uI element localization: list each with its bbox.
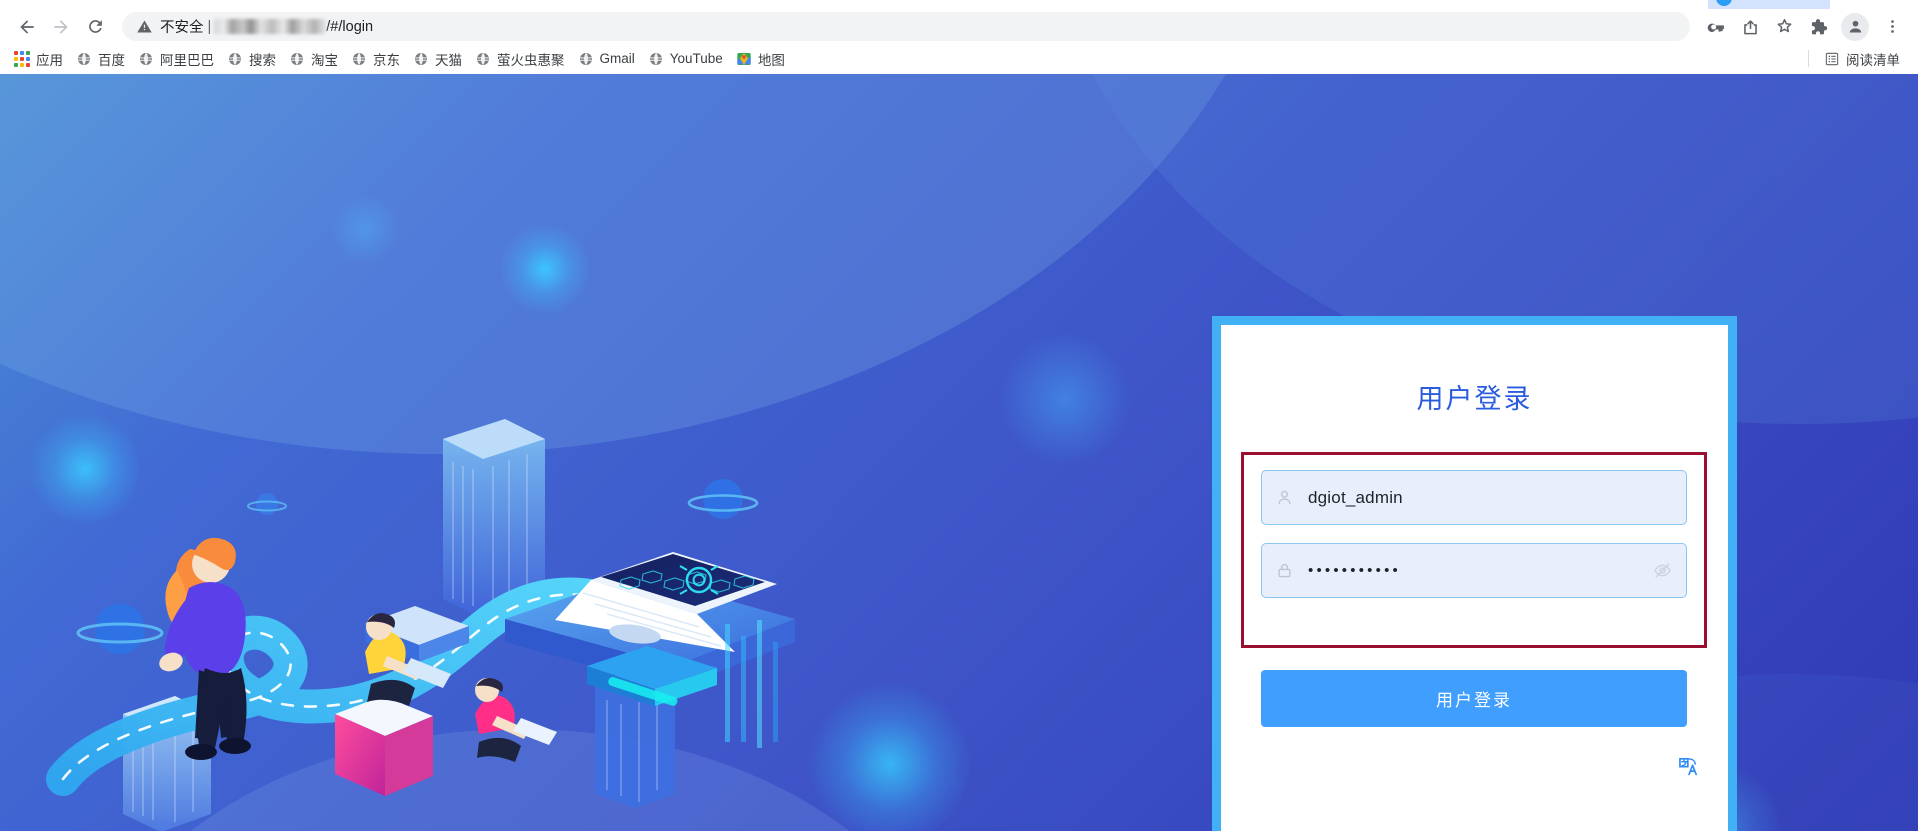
security-label: 不安全 <box>160 20 204 36</box>
tab-strip <box>0 0 1918 9</box>
pink-cube <box>335 696 433 796</box>
person-sitting-pink <box>475 677 557 762</box>
url-separator: | <box>207 18 212 35</box>
globe-icon <box>477 52 489 65</box>
bookmark-label: YouTube <box>669 51 723 66</box>
globe-icon <box>579 52 592 65</box>
bookmark-item-yinghuochong[interactable]: 萤火虫惠聚 <box>470 46 573 72</box>
bookmark-item-search[interactable]: 搜索 <box>222 46 284 72</box>
username-value: dgiot_admin <box>1308 487 1403 507</box>
password-value: ••••••••••• <box>1308 562 1401 579</box>
username-field[interactable]: dgiot_admin <box>1261 470 1687 525</box>
login-submit-button[interactable]: 用户登录 <box>1261 670 1687 727</box>
reading-list-button[interactable]: 阅读清单 <box>1819 46 1908 72</box>
forward-arrow-icon <box>54 19 68 34</box>
bookmark-label: 搜索 <box>249 52 276 68</box>
reading-list-icon <box>1825 52 1839 65</box>
toolbar-actions <box>1698 11 1908 43</box>
globe-icon <box>140 52 152 65</box>
planet-right <box>687 479 759 519</box>
chrome-menu-icon[interactable] <box>1876 11 1908 43</box>
lock-icon <box>1276 562 1302 579</box>
bookmark-label: 阿里巴巴 <box>160 52 214 68</box>
globe-icon <box>229 52 241 65</box>
bookmark-label: 地图 <box>757 52 785 68</box>
browser-toolbar: 不安全 | /#/login <box>0 9 1918 44</box>
share-box-icon <box>1743 20 1757 35</box>
globe-icon <box>78 52 90 65</box>
reading-list-label: 阅读清单 <box>1846 52 1900 68</box>
background-glow <box>1000 334 1130 464</box>
translate-icon <box>1679 758 1697 776</box>
key-icon <box>1707 23 1724 32</box>
bookmark-star-icon[interactable] <box>1768 11 1800 43</box>
star-icon <box>1777 19 1791 33</box>
bookmark-apps[interactable]: 应用 <box>9 46 71 72</box>
three-dot-menu-icon <box>1890 20 1894 33</box>
login-fields: dgiot_admin ••••••••••• <box>1261 470 1687 598</box>
bookmark-item-baidu[interactable]: 百度 <box>71 46 133 72</box>
reload-button[interactable] <box>78 10 112 44</box>
bookmarks-bar: 应用 百度 阿里巴巴 搜索 淘宝 京东 天猫 萤火虫惠聚 Gmail YouTu… <box>0 44 1918 74</box>
extensions-puzzle-icon[interactable] <box>1802 11 1834 43</box>
bookmark-label: 百度 <box>98 52 125 68</box>
bookmarks-divider <box>1808 50 1809 67</box>
globe-icon <box>415 52 427 65</box>
planet-left <box>76 604 164 654</box>
browser-chrome: 不安全 | /#/login 应用 百度 阿里巴巴 搜索 淘宝 京东 天猫 萤火… <box>0 0 1918 74</box>
back-arrow-icon <box>20 19 34 34</box>
login-page: 用户登录 dgiot_admin ••••••••••• 用户登录 <box>0 74 1918 831</box>
url-host-masked <box>214 19 327 34</box>
bookmark-apps-label: 应用 <box>36 52 63 68</box>
bookmark-item-jd[interactable]: 京东 <box>346 46 408 72</box>
bookmark-item-taobao[interactable]: 淘宝 <box>284 46 346 72</box>
apps-grid-icon <box>14 50 30 67</box>
url-path: /#/login <box>326 18 374 35</box>
bookmark-label: 淘宝 <box>311 52 338 68</box>
globe-icon <box>353 52 365 65</box>
user-icon <box>1276 489 1302 506</box>
bookmark-label: 京东 <box>373 52 400 68</box>
bookmark-item-youtube[interactable]: YouTube <box>643 48 731 70</box>
bookmark-item-maps[interactable]: 地图 <box>731 46 793 72</box>
globe-icon <box>649 52 662 65</box>
bookmark-label: Gmail <box>599 51 635 66</box>
back-button[interactable] <box>10 10 44 44</box>
globe-icon <box>291 52 303 65</box>
planet-small <box>247 493 287 515</box>
address-bar[interactable]: 不安全 | /#/login <box>122 12 1690 41</box>
security-indicator[interactable]: 不安全 <box>136 16 204 37</box>
language-switch-button[interactable] <box>1676 754 1700 778</box>
bookmark-label: 萤火虫惠聚 <box>497 52 565 68</box>
forward-button[interactable] <box>44 10 78 44</box>
reload-icon <box>88 20 102 33</box>
password-field[interactable]: ••••••••••• <box>1261 543 1687 598</box>
isometric-tech-illustration <box>46 419 795 831</box>
maps-icon <box>737 52 751 65</box>
bookmark-item-alibaba[interactable]: 阿里巴巴 <box>133 46 222 72</box>
login-card: 用户登录 dgiot_admin ••••••••••• 用户登录 <box>1221 325 1728 831</box>
profile-avatar[interactable] <box>1841 12 1869 41</box>
puzzle-icon <box>1811 18 1828 34</box>
bookmark-item-gmail[interactable]: Gmail <box>573 48 643 70</box>
page-title: 用户登录 <box>1416 384 1533 414</box>
person-icon <box>1849 20 1861 33</box>
eye-off-icon[interactable] <box>1653 561 1672 580</box>
share-icon[interactable] <box>1734 11 1766 43</box>
bookmark-item-tmall[interactable]: 天猫 <box>408 46 470 72</box>
warning-triangle-icon <box>137 20 152 33</box>
login-card-border: 用户登录 dgiot_admin ••••••••••• 用户登录 <box>1212 316 1737 831</box>
bookmark-label: 天猫 <box>435 52 462 68</box>
password-key-icon[interactable] <box>1700 11 1732 43</box>
